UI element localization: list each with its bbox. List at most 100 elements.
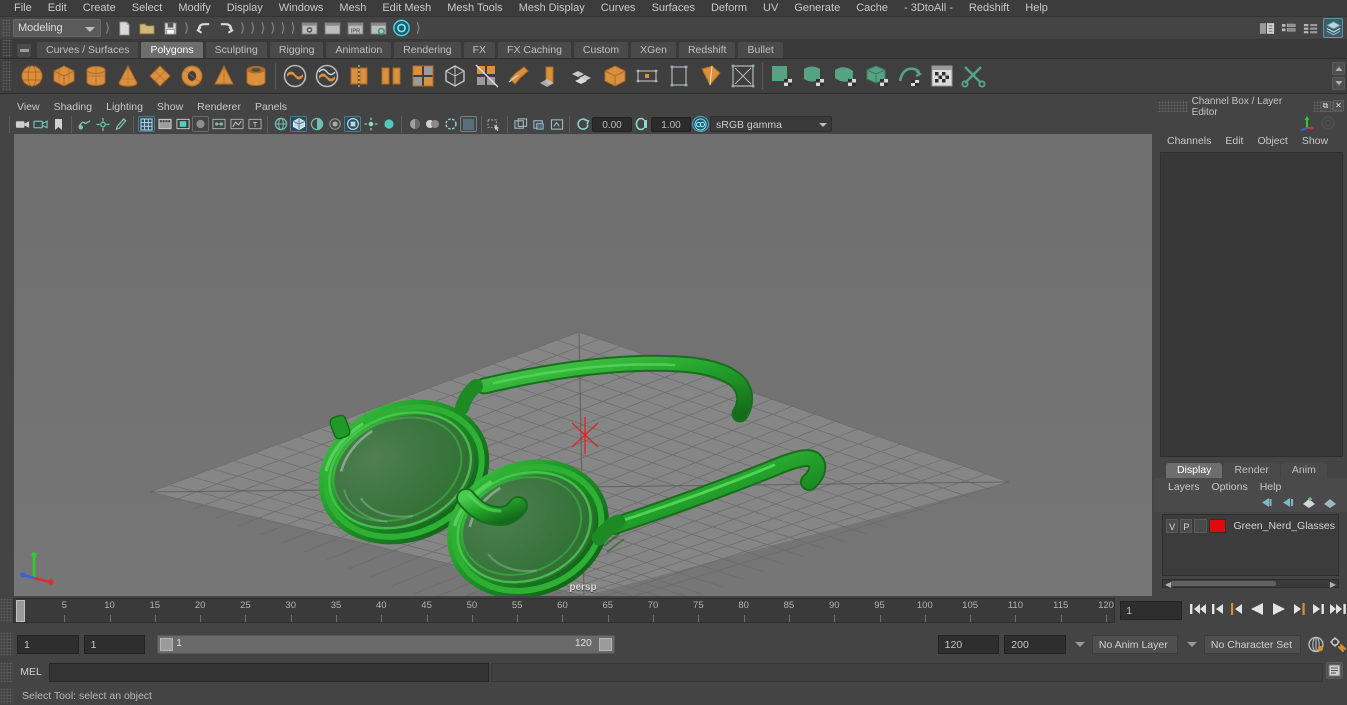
- menu-modify[interactable]: Modify: [170, 0, 218, 17]
- layer-move-back-icon[interactable]: [1259, 496, 1274, 512]
- layer-color-swatch[interactable]: [1208, 518, 1227, 533]
- shelf-tab-redshift[interactable]: Redshift: [677, 41, 737, 58]
- shelf-tab-custom[interactable]: Custom: [572, 41, 630, 58]
- auto-keyframe-icon[interactable]: [1307, 635, 1325, 654]
- shelf-scroll-down-button[interactable]: [1332, 77, 1345, 90]
- layer-list-scrollbar[interactable]: ◀ ▶: [1162, 579, 1339, 589]
- poly-sphere-icon[interactable]: [16, 61, 47, 92]
- layer-new-from-selected-icon[interactable]: [1322, 496, 1337, 512]
- layer-editor-tab-anim[interactable]: Anim: [1280, 463, 1327, 478]
- ambient-occlusion-icon[interactable]: [362, 116, 379, 132]
- motion-blur-icon[interactable]: [380, 116, 397, 132]
- scissors-icon[interactable]: [958, 61, 989, 92]
- render-sequence-icon[interactable]: [323, 18, 343, 38]
- isolate-select-icon[interactable]: [486, 116, 503, 132]
- step-forward-key-icon[interactable]: [1291, 601, 1306, 620]
- wireframe-on-shaded-icon[interactable]: [442, 116, 459, 132]
- poly-torus-icon[interactable]: [176, 61, 207, 92]
- new-scene-icon[interactable]: [114, 18, 134, 38]
- anim-end-field[interactable]: 200: [1004, 634, 1066, 654]
- time-slider-grip[interactable]: [0, 598, 13, 622]
- color-space-select[interactable]: sRGB gamma: [710, 116, 832, 132]
- wireframe-shade-icon[interactable]: [272, 116, 289, 132]
- poly-prism-icon[interactable]: [208, 61, 239, 92]
- image-plane-icon[interactable]: [76, 116, 93, 132]
- shelf-tab-rigging[interactable]: Rigging: [268, 41, 325, 58]
- shelf-tab-polygons[interactable]: Polygons: [140, 41, 204, 58]
- play-forwards-icon[interactable]: [1270, 601, 1287, 620]
- nurbs-surface-icon[interactable]: [830, 61, 861, 92]
- multi-cut-icon[interactable]: [471, 61, 502, 92]
- shelf-tab-animation[interactable]: Animation: [325, 41, 393, 58]
- menu-mesh-display[interactable]: Mesh Display: [511, 0, 593, 17]
- layer-shading-toggle[interactable]: [1194, 518, 1207, 533]
- boolean-difference-icon[interactable]: [311, 61, 342, 92]
- open-scene-icon[interactable]: [137, 18, 157, 38]
- play-backwards-icon[interactable]: [1249, 601, 1266, 620]
- move-tool-icon[interactable]: [1299, 115, 1315, 131]
- channel-box-menu-show[interactable]: Show: [1295, 135, 1335, 147]
- grease-pencil-icon[interactable]: [112, 116, 129, 132]
- shelf-tab-rendering[interactable]: Rendering: [393, 41, 462, 58]
- current-frame-field[interactable]: 1: [1120, 600, 1182, 620]
- step-back-frame-icon[interactable]: [1211, 601, 1226, 620]
- viewport-background-icon[interactable]: [460, 116, 477, 132]
- layer-editor-tab-display[interactable]: Display: [1166, 463, 1223, 478]
- gamma-value-field[interactable]: 1.00: [651, 116, 691, 132]
- nurbs-cube-icon[interactable]: [862, 61, 893, 92]
- exposure-icon[interactable]: [574, 116, 591, 132]
- menu-help[interactable]: Help: [1017, 0, 1056, 17]
- screen-space-ao-icon[interactable]: [406, 116, 423, 132]
- range-slider-control[interactable]: 1 120: [157, 634, 615, 654]
- panel-grab-icon[interactable]: [530, 116, 547, 132]
- channel-box-icon[interactable]: [1301, 18, 1321, 38]
- resolution-gate-icon[interactable]: [174, 116, 191, 132]
- viewport-menu-shading[interactable]: Shading: [47, 99, 100, 115]
- gamma-icon[interactable]: [633, 116, 650, 132]
- display-layer-row[interactable]: V P Green_Nerd_Glasses: [1166, 518, 1335, 533]
- nurbs-patch-icon[interactable]: [798, 61, 829, 92]
- 3d-viewport[interactable]: persp: [14, 134, 1152, 596]
- quad-draw-icon[interactable]: [567, 61, 598, 92]
- panel-layout-icon[interactable]: [512, 116, 529, 132]
- go-to-end-icon[interactable]: [1329, 601, 1347, 620]
- select-camera-icon[interactable]: [14, 116, 31, 132]
- menu-create[interactable]: Create: [75, 0, 124, 17]
- layer-new-icon[interactable]: [1301, 496, 1316, 512]
- menu-edit[interactable]: Edit: [40, 0, 75, 17]
- character-set-select[interactable]: No Character Set: [1203, 634, 1302, 654]
- viewport-menu-show[interactable]: Show: [150, 99, 190, 115]
- menu-cache[interactable]: Cache: [848, 0, 896, 17]
- shelf-tab-xgen[interactable]: XGen: [630, 41, 677, 58]
- scrollbar-thumb[interactable]: [1171, 581, 1276, 586]
- layer-move-forward-icon[interactable]: [1280, 496, 1295, 512]
- menu-display[interactable]: Display: [219, 0, 271, 17]
- poly-cylinder-icon[interactable]: [80, 61, 111, 92]
- help-line-grip[interactable]: [0, 687, 13, 704]
- menu-file[interactable]: File: [6, 0, 40, 17]
- grid-toggle-icon[interactable]: [138, 116, 155, 132]
- render-current-frame-icon[interactable]: [300, 18, 320, 38]
- shelf-tab-fx-caching[interactable]: FX Caching: [497, 41, 572, 58]
- shelf-grip[interactable]: [2, 61, 12, 91]
- shelf-scroll-up-button[interactable]: [1332, 62, 1345, 75]
- mirror-icon[interactable]: [631, 61, 662, 92]
- two-d-pan-zoom-icon[interactable]: [94, 116, 111, 132]
- menu-edit-mesh[interactable]: Edit Mesh: [374, 0, 439, 17]
- range-start-handle[interactable]: [160, 637, 174, 651]
- hypershade-icon[interactable]: [392, 18, 412, 38]
- animation-preferences-icon[interactable]: [1329, 635, 1347, 654]
- shelf-menu-icon[interactable]: [16, 43, 32, 58]
- channel-box-content[interactable]: [1160, 152, 1343, 457]
- menuset-selector[interactable]: Modeling: [13, 19, 101, 37]
- gate-mask-icon[interactable]: [192, 116, 209, 132]
- curve-warp-icon[interactable]: [894, 61, 925, 92]
- anim-layer-menu-icon[interactable]: [1074, 641, 1085, 647]
- shaded-textured-icon[interactable]: [308, 116, 325, 132]
- menu-generate[interactable]: Generate: [786, 0, 848, 17]
- menu-mesh-tools[interactable]: Mesh Tools: [439, 0, 510, 17]
- shelf-scroll-buttons[interactable]: [1332, 62, 1345, 90]
- ipr-render-icon[interactable]: IPR: [346, 18, 366, 38]
- scroll-right-icon[interactable]: ▶: [1330, 580, 1336, 589]
- display-layer-list[interactable]: V P Green_Nerd_Glasses: [1162, 514, 1339, 576]
